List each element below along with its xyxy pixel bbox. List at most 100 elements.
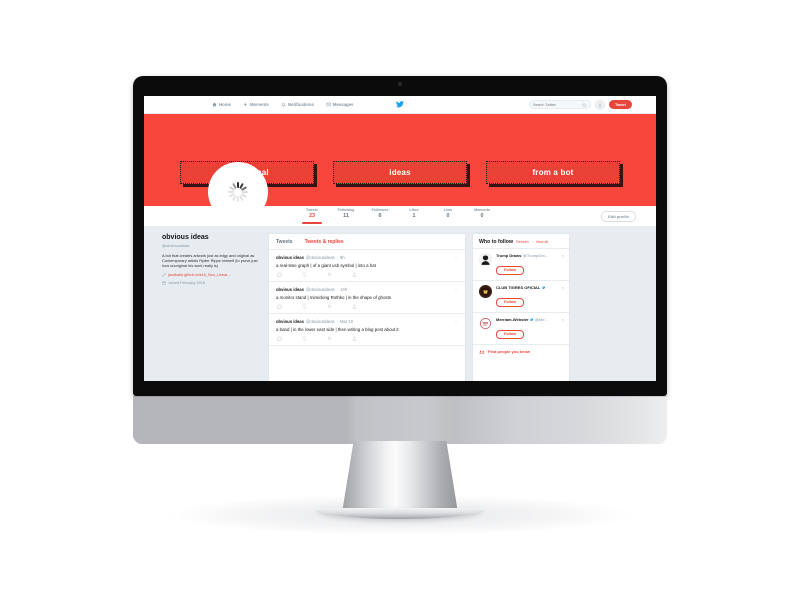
navbar-right: Tweet xyxy=(528,96,632,113)
tweet-timestamp[interactable]: 9h xyxy=(340,255,345,260)
suggestion-item[interactable]: CLUB TIGRES OFICIAL Follow × xyxy=(473,281,569,313)
tweet-text: a monitor stand | mimicking Rothko | in … xyxy=(276,294,392,300)
retweet-icon[interactable] xyxy=(302,272,307,277)
like-icon[interactable] xyxy=(327,336,332,341)
tweet-author-name[interactable]: obvious ideas xyxy=(276,287,304,292)
tweet-timestamp[interactable]: 16h xyxy=(340,287,347,292)
tweet-header: obvious ideas @obviousideas · Mar 10 xyxy=(276,319,458,324)
reply-icon[interactable] xyxy=(277,336,282,341)
profile-handle: @obviousideas xyxy=(162,243,190,248)
close-icon[interactable]: × xyxy=(562,286,564,290)
retweet-icon[interactable] xyxy=(302,304,307,309)
tweet-button[interactable]: Tweet xyxy=(608,100,632,109)
profile-link[interactable]: jandkatie.github.io/s16_Non_Linear... xyxy=(168,273,230,277)
profile-joined-row: Joined February 2018 xyxy=(162,281,262,286)
profile-stats: Tweets 23 Following 11 Followers 6 Likes… xyxy=(302,207,492,224)
tweet-item[interactable]: obvious ideas @obviousideas · Mar 10 a b… xyxy=(269,314,465,346)
suggestion-name[interactable]: Merriam-Webster xyxy=(496,317,529,322)
like-icon[interactable] xyxy=(327,272,332,277)
calendar-icon xyxy=(162,281,166,286)
loading-spinner-icon xyxy=(227,182,248,202)
tweet-timestamp[interactable]: Mar 10 xyxy=(340,319,353,324)
banner-box-from-a-bot[interactable]: from a bot xyxy=(486,161,620,184)
nav-item-home[interactable]: Home xyxy=(212,102,231,107)
share-icon[interactable] xyxy=(352,304,357,309)
twitter-bird-icon[interactable] xyxy=(395,100,405,109)
stat-tweets[interactable]: Tweets 23 xyxy=(302,207,322,224)
account-avatar[interactable] xyxy=(594,99,605,110)
share-icon[interactable] xyxy=(352,336,357,341)
retweet-icon[interactable] xyxy=(302,336,307,341)
suggestion-item[interactable]: Merriam-Webster @Me... Follow × xyxy=(473,313,569,345)
suggestion-body: Merriam-Webster @Me... Follow xyxy=(496,317,563,340)
share-icon[interactable] xyxy=(352,272,357,277)
avatar[interactable] xyxy=(479,317,492,330)
stat-likes-value: 1 xyxy=(412,213,416,219)
nav-item-messages[interactable]: Messages xyxy=(326,102,353,107)
edit-profile-button[interactable]: Edit profile xyxy=(601,211,636,222)
tab-tweets-and-replies[interactable]: Tweets & replies xyxy=(305,239,344,245)
close-icon[interactable]: × xyxy=(562,318,564,322)
close-icon[interactable]: × xyxy=(562,254,564,258)
timeline: Tweets Tweets & replies obvious ideas @o… xyxy=(268,233,466,381)
stat-moments-value: 0 xyxy=(480,213,484,219)
stat-likes[interactable]: Likes 1 xyxy=(404,207,424,224)
tweet-item[interactable]: obvious ideas @obviousideas · 16h a moni… xyxy=(269,282,465,314)
suggestion-item[interactable]: Trump Draws @TrumpDra... Follow × xyxy=(473,249,569,281)
profile-sidebar: obvious ideas @obviousideas A bot that c… xyxy=(162,233,262,381)
suggestion-name[interactable]: Trump Draws xyxy=(496,253,521,258)
profile-bio: A bot that creates artwork just as edgy … xyxy=(162,253,258,269)
banner-box-ideas[interactable]: ideas xyxy=(333,161,467,184)
avatar[interactable] xyxy=(479,285,492,298)
follow-button[interactable]: Follow xyxy=(496,329,525,339)
find-people-row[interactable]: Find people you know xyxy=(473,345,569,358)
top-navbar: Home Moments Notifications Messages Sear… xyxy=(144,96,656,114)
link-icon xyxy=(162,273,166,277)
monitor-stand-neck xyxy=(342,441,458,513)
imac-mockup: Home Moments Notifications Messages Sear… xyxy=(0,0,800,600)
lightning-icon xyxy=(243,102,248,107)
chevron-down-icon[interactable] xyxy=(454,320,458,324)
who-to-follow-panel: Who to follow Refresh · View all Trump D… xyxy=(472,233,570,381)
tweet-author-name[interactable]: obvious ideas xyxy=(276,319,304,324)
follow-button[interactable]: Follow xyxy=(496,265,525,275)
tweet-text: a real-time graph | of a giant usb symbo… xyxy=(276,262,376,268)
verified-badge-icon xyxy=(530,317,534,322)
avatar[interactable] xyxy=(479,253,492,266)
search-input[interactable] xyxy=(532,102,579,107)
profile-link-row[interactable]: jandkatie.github.io/s16_Non_Linear... xyxy=(162,273,262,277)
reply-icon[interactable] xyxy=(277,304,282,309)
suggestion-nameline: Merriam-Webster @Me... xyxy=(496,317,563,322)
reply-icon[interactable] xyxy=(277,272,282,277)
tweet-author-name[interactable]: obvious ideas xyxy=(276,255,304,260)
nav-item-notifications[interactable]: Notifications xyxy=(281,102,314,107)
contacts-icon xyxy=(479,350,485,354)
find-people-link[interactable]: Find people you know xyxy=(488,349,530,354)
wtf-separator: · xyxy=(531,240,533,244)
search-icon[interactable] xyxy=(582,103,587,108)
stat-following[interactable]: Following 11 xyxy=(336,207,356,224)
suggestion-body: Trump Draws @TrumpDra... Follow xyxy=(496,253,563,276)
chevron-down-icon[interactable] xyxy=(454,256,458,260)
like-icon[interactable] xyxy=(327,304,332,309)
refresh-link[interactable]: Refresh xyxy=(516,240,529,244)
follow-button[interactable]: Follow xyxy=(496,297,525,307)
nav-item-moments-label: Moments xyxy=(249,102,269,107)
chevron-down-icon[interactable] xyxy=(454,288,458,292)
envelope-icon xyxy=(326,102,331,107)
stat-lists[interactable]: Lists 0 xyxy=(438,207,458,224)
stat-moments[interactable]: Moments 0 xyxy=(472,207,492,224)
tweet-actions xyxy=(276,304,458,309)
stat-followers[interactable]: Followers 6 xyxy=(370,207,390,224)
view-all-link[interactable]: View all xyxy=(536,240,548,244)
profile-joined: Joined February 2018 xyxy=(168,281,205,285)
search-box[interactable] xyxy=(528,100,591,109)
stat-lists-value: 0 xyxy=(446,213,450,219)
chin-divider xyxy=(133,396,667,397)
tweet-item[interactable]: obvious ideas @obviousideas · 9h a real-… xyxy=(269,250,465,282)
nav-item-moments[interactable]: Moments xyxy=(243,102,269,107)
avatar[interactable] xyxy=(210,164,266,220)
home-icon xyxy=(212,102,217,107)
tab-tweets[interactable]: Tweets xyxy=(276,239,293,245)
suggestion-name[interactable]: CLUB TIGRES OFICIAL xyxy=(496,285,540,290)
